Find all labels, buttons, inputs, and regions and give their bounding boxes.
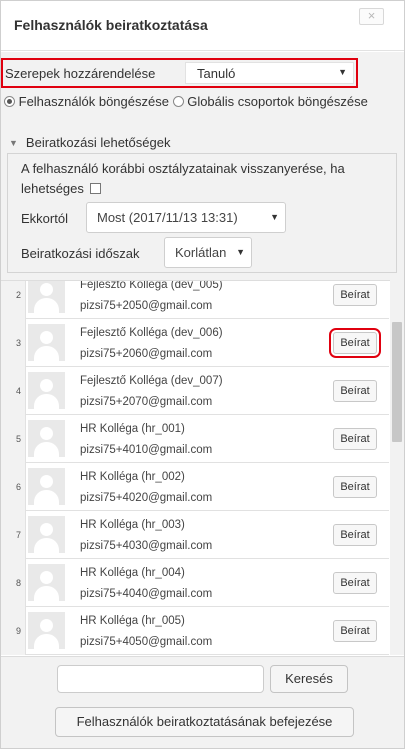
- user-name: HR Kolléga (hr_001): [80, 423, 185, 435]
- browse-mode-radios: Felhasználók böngészése Globális csoport…: [4, 92, 400, 111]
- enrol-button[interactable]: Beírat: [333, 380, 377, 402]
- enrol-options-heading: Beiratkozási lehetőségek: [25, 135, 171, 150]
- close-button[interactable]: ×: [359, 8, 384, 25]
- scrollbar-thumb[interactable]: [392, 322, 402, 442]
- row-number: 5: [16, 434, 22, 444]
- start-select-value: Most (2017/11/13 13:31): [97, 210, 238, 225]
- enrol-button[interactable]: Beírat: [333, 476, 377, 498]
- recover-grades-label: A felhasználó korábbi osztályzatainak vi…: [21, 161, 345, 196]
- role-select-value: Tanuló: [197, 66, 236, 81]
- user-list: 2 Fejlesztő Kolléga (dev_005) pizsi75+20…: [1, 280, 404, 655]
- radio-browse-groups-label: Globális csoportok böngészése: [187, 94, 368, 109]
- row-number: 7: [16, 530, 22, 540]
- radio-browse-users-label: Felhasználók böngészése: [18, 94, 169, 109]
- list-item: 2 Fejlesztő Kolléga (dev_005) pizsi75+20…: [1, 280, 389, 319]
- finish-enrolling-button[interactable]: Felhasználók beiratkoztatásának befejezé…: [55, 707, 354, 737]
- user-name: Fejlesztő Kolléga (dev_006): [80, 327, 223, 339]
- duration-select[interactable]: Korlátlan ▼: [164, 237, 252, 268]
- enrol-button[interactable]: Beírat: [329, 328, 381, 358]
- enrol-button[interactable]: Beírat: [333, 524, 377, 546]
- row-number: 2: [16, 290, 22, 300]
- recover-grades-row: A felhasználó korábbi osztályzatainak vi…: [21, 159, 391, 199]
- chevron-down-icon: ▼: [236, 247, 245, 257]
- role-select[interactable]: Tanuló ▼: [185, 62, 354, 84]
- user-email: pizsi75+4030@gmail.com: [80, 540, 213, 552]
- list-item: 3 Fejlesztő Kolléga (dev_006) pizsi75+20…: [1, 319, 389, 367]
- avatar: [28, 372, 65, 409]
- user-name: HR Kolléga (hr_005): [80, 615, 185, 627]
- avatar: [28, 281, 65, 313]
- user-name: HR Kolléga (hr_002): [80, 471, 185, 483]
- user-email: pizsi75+2070@gmail.com: [80, 396, 213, 408]
- role-assign-row: Szerepek hozzárendelése Tanuló ▼: [1, 58, 358, 88]
- avatar: [28, 420, 65, 457]
- user-email: pizsi75+2050@gmail.com: [80, 300, 213, 312]
- user-name: HR Kolléga (hr_004): [80, 567, 185, 579]
- user-name: HR Kolléga (hr_003): [80, 519, 185, 531]
- collapse-triangle-icon: ▼: [9, 138, 18, 148]
- list-item: 7 HR Kolléga (hr_003) pizsi75+4030@gmail…: [1, 511, 389, 559]
- start-select[interactable]: Most (2017/11/13 13:31) ▼: [86, 202, 286, 233]
- enrol-button[interactable]: Beírat: [333, 284, 377, 306]
- search-input[interactable]: [57, 665, 264, 693]
- row-number: 6: [16, 482, 22, 492]
- list-item: 5 HR Kolléga (hr_001) pizsi75+4010@gmail…: [1, 415, 389, 463]
- row-number: 9: [16, 626, 22, 636]
- dialog-header: Felhasználók beiratkoztatása ×: [1, 1, 404, 51]
- radio-browse-users[interactable]: [4, 96, 15, 107]
- row-number: 8: [16, 578, 22, 588]
- row-number: 3: [16, 338, 22, 348]
- user-email: pizsi75+2060@gmail.com: [80, 348, 213, 360]
- enrol-options-panel: Szerepek hozzárendelése Tanuló ▼ Felhasz…: [1, 52, 404, 280]
- start-label: Ekkortól: [21, 211, 68, 226]
- row-number: 4: [16, 386, 22, 396]
- avatar: [28, 516, 65, 553]
- duration-select-value: Korlátlan: [175, 245, 227, 260]
- list-scrollbar[interactable]: [390, 280, 404, 655]
- role-label: Szerepek hozzárendelése: [5, 66, 156, 81]
- enrol-button[interactable]: Beírat: [333, 620, 377, 642]
- enrol-users-dialog: Felhasználók beiratkoztatása × Szerepek …: [0, 0, 405, 749]
- list-item: 4 Fejlesztő Kolléga (dev_007) pizsi75+20…: [1, 367, 389, 415]
- dialog-footer: Keresés Felhasználók beiratkoztatásának …: [1, 656, 404, 748]
- list-item: 8 HR Kolléga (hr_004) pizsi75+4040@gmail…: [1, 559, 389, 607]
- chevron-down-icon: ▼: [338, 67, 347, 77]
- radio-browse-groups[interactable]: [172, 96, 184, 107]
- close-icon: ×: [367, 8, 376, 23]
- user-name: Fejlesztő Kolléga (dev_005): [80, 280, 223, 291]
- duration-label: Beiratkozási időszak: [21, 246, 140, 261]
- avatar: [28, 564, 65, 601]
- search-button[interactable]: Keresés: [270, 665, 348, 693]
- user-email: pizsi75+4040@gmail.com: [80, 588, 213, 600]
- avatar: [28, 468, 65, 505]
- user-email: pizsi75+4010@gmail.com: [80, 444, 213, 456]
- list-item: 6 HR Kolléga (hr_002) pizsi75+4020@gmail…: [1, 463, 389, 511]
- enrol-options-box: A felhasználó korábbi osztályzatainak vi…: [7, 153, 397, 273]
- avatar: [28, 612, 65, 649]
- chevron-down-icon: ▼: [270, 212, 279, 222]
- enrol-button[interactable]: Beírat: [333, 572, 377, 594]
- user-name: Fejlesztő Kolléga (dev_007): [80, 375, 223, 387]
- user-email: pizsi75+4020@gmail.com: [80, 492, 213, 504]
- list-item: 9 HR Kolléga (hr_005) pizsi75+4050@gmail…: [1, 607, 389, 655]
- recover-grades-checkbox[interactable]: [89, 183, 101, 194]
- avatar: [28, 324, 65, 361]
- enrol-options-toggle[interactable]: ▼ Beiratkozási lehetőségek: [9, 135, 170, 150]
- user-email: pizsi75+4050@gmail.com: [80, 636, 213, 648]
- enrol-button[interactable]: Beírat: [333, 428, 377, 450]
- dialog-title: Felhasználók beiratkoztatása: [14, 17, 208, 33]
